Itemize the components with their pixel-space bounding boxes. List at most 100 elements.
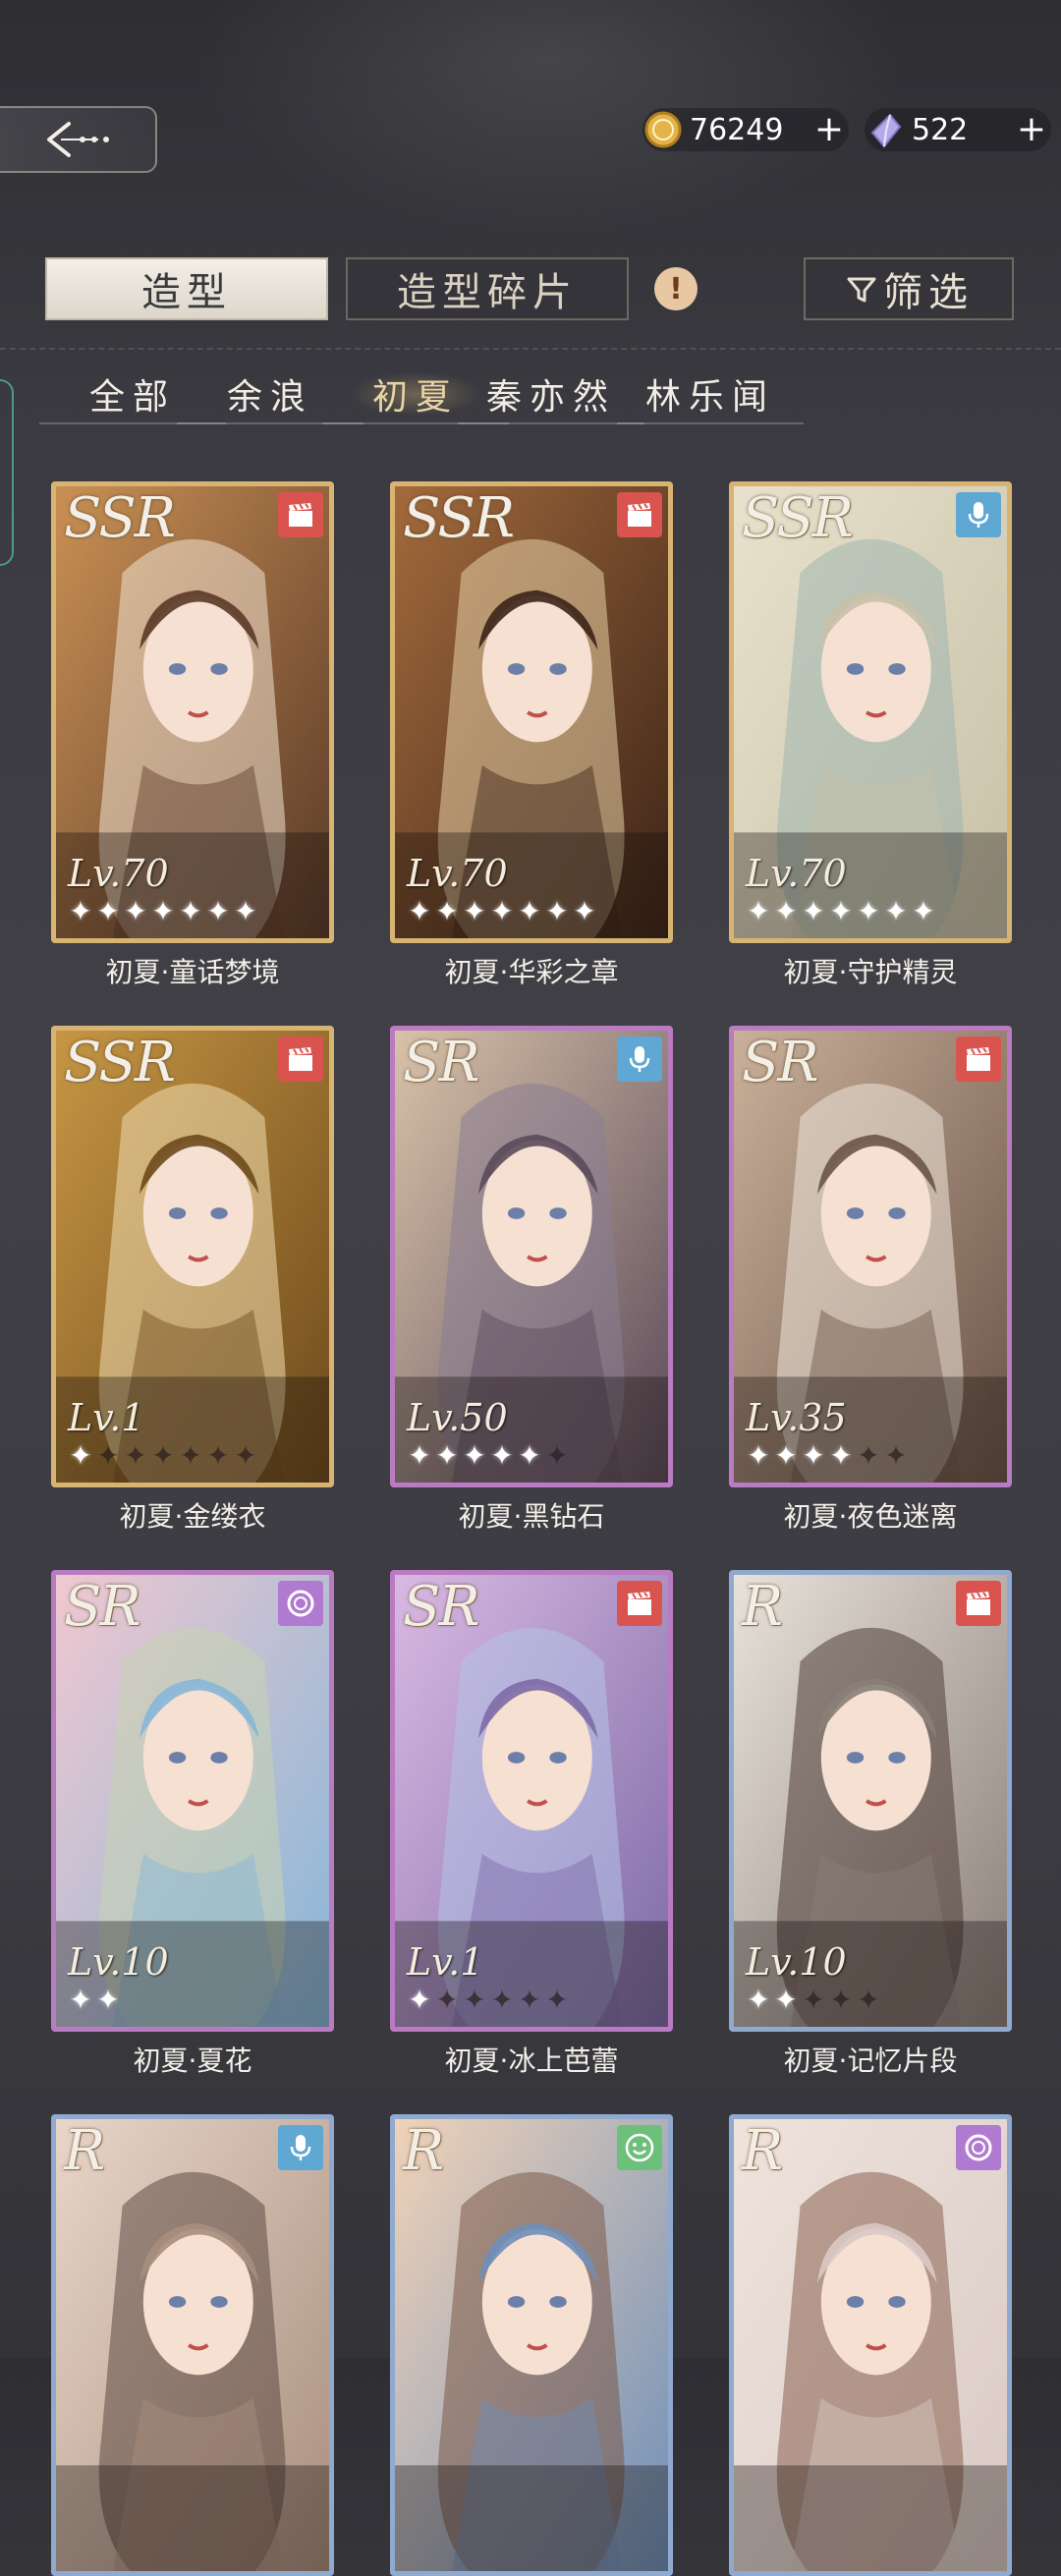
star-rating: ✦ ✦ ✦ ✦ ✦ ✦ ✦	[68, 897, 258, 930]
star-icon: ✦	[518, 895, 541, 927]
outfit-card[interactable]: SR Lv.1 ✦ ✦ ✦ ✦ ✦ ✦	[390, 1570, 673, 2032]
star-icon: ✦	[206, 895, 230, 927]
outfit-card[interactable]: SSR Lv.1 ✦ ✦ ✦ ✦ ✦ ✦ ✦	[51, 1026, 334, 1487]
ring-icon	[956, 2125, 1001, 2170]
rarity-badge: R	[403, 2119, 444, 2183]
star-icon: ✦	[490, 1439, 514, 1472]
star-icon: ✦	[179, 895, 202, 927]
star-icon: ✦	[912, 895, 935, 927]
clapper-icon	[278, 492, 323, 537]
tab-character-4[interactable]: 林乐闻	[617, 365, 804, 424]
star-rating: ✦ ✦	[68, 1986, 121, 2019]
rarity-badge: R	[742, 1575, 783, 1639]
outfit-card[interactable]: SSR Lv.70 ✦ ✦ ✦ ✦ ✦ ✦ ✦	[390, 481, 673, 943]
star-rating: ✦ ✦ ✦ ✦ ✦ ✦	[746, 1441, 909, 1475]
smile-icon	[617, 2125, 662, 2170]
rarity-badge: SR	[403, 1575, 480, 1639]
add-gold-button[interactable]: +	[810, 110, 849, 149]
outfit-card[interactable]: SSR Lv.70 ✦ ✦ ✦ ✦ ✦ ✦ ✦	[729, 481, 1012, 943]
microphone-icon	[278, 2125, 323, 2170]
gold-counter: 76249 +	[642, 108, 849, 151]
star-icon: ✦	[774, 895, 798, 927]
side-drawer-handle[interactable]	[0, 379, 14, 566]
filter-icon	[847, 277, 876, 303]
card-level: Lv.70	[68, 852, 169, 895]
star-icon: ✦	[435, 895, 459, 927]
microphone-icon	[956, 492, 1001, 537]
star-icon: ✦	[829, 1439, 853, 1472]
clapper-icon	[956, 1581, 1001, 1626]
card-level: Lv.35	[746, 1396, 847, 1439]
star-rating: ✦ ✦ ✦ ✦ ✦ ✦	[407, 1986, 570, 2019]
filter-button[interactable]: 筛选	[804, 257, 1014, 320]
star-icon: ✦	[69, 895, 92, 927]
star-rating: ✦ ✦ ✦ ✦ ✦ ✦	[407, 1441, 570, 1475]
outfit-name: 初夏·童话梦境	[105, 956, 280, 988]
star-icon: ✦	[518, 1984, 541, 2016]
card-level: Lv.50	[407, 1396, 508, 1439]
star-icon: ✦	[545, 895, 569, 927]
rarity-badge: SSR	[403, 486, 515, 550]
star-icon: ✦	[463, 1984, 486, 2016]
outfit-name: 初夏·记忆片段	[783, 2044, 958, 2077]
star-icon: ✦	[151, 895, 175, 927]
star-icon: ✦	[463, 895, 486, 927]
star-icon: ✦	[408, 1439, 431, 1472]
star-icon: ✦	[884, 1439, 908, 1472]
outfit-card[interactable]: SR Lv.35 ✦ ✦ ✦ ✦ ✦ ✦	[729, 1026, 1012, 1487]
card-level: Lv.70	[746, 852, 847, 895]
star-icon: ✦	[802, 1984, 825, 2016]
outfit-card[interactable]: R	[51, 2114, 334, 2576]
star-icon: ✦	[124, 895, 147, 927]
outfit-card[interactable]: R	[390, 2114, 673, 2576]
divider	[0, 348, 1061, 350]
tab-outfit-shards[interactable]: 造型碎片	[346, 257, 629, 320]
rarity-badge: R	[64, 2119, 105, 2183]
star-icon: ✦	[518, 1439, 541, 1472]
star-rating: ✦ ✦ ✦ ✦ ✦ ✦ ✦	[407, 897, 597, 930]
star-icon: ✦	[490, 895, 514, 927]
star-icon: ✦	[179, 1439, 202, 1472]
card-level: Lv.1	[68, 1396, 145, 1439]
star-icon: ✦	[234, 895, 257, 927]
star-icon: ✦	[884, 895, 908, 927]
star-icon: ✦	[206, 1439, 230, 1472]
star-icon: ✦	[408, 895, 431, 927]
star-icon: ✦	[435, 1439, 459, 1472]
star-icon: ✦	[69, 1439, 92, 1472]
star-icon: ✦	[747, 1984, 770, 2016]
outfit-name: 初夏·金缕衣	[119, 1500, 266, 1533]
ring-icon	[278, 1581, 323, 1626]
star-icon: ✦	[96, 1984, 120, 2016]
character-portrait-image	[734, 2119, 1007, 2571]
card-level: Lv.10	[746, 1940, 847, 1984]
clapper-icon	[617, 492, 662, 537]
back-button[interactable]	[0, 106, 157, 173]
character-portrait-image	[395, 2119, 668, 2571]
outfit-card[interactable]: R	[729, 2114, 1012, 2576]
rarity-badge: SR	[403, 1031, 480, 1094]
rarity-badge: R	[742, 2119, 783, 2183]
star-icon: ✦	[747, 895, 770, 927]
add-gem-button[interactable]: +	[1012, 110, 1051, 149]
tab-outfit[interactable]: 造型	[45, 257, 328, 320]
outfit-name: 初夏·冰上芭蕾	[444, 2044, 619, 2077]
diamond-icon	[870, 113, 902, 148]
rarity-badge: SR	[742, 1031, 819, 1094]
alert-icon[interactable]: !	[654, 267, 698, 310]
filter-label: 筛选	[883, 270, 974, 315]
star-icon: ✦	[151, 1439, 175, 1472]
gold-coin-icon	[644, 111, 682, 148]
star-icon: ✦	[490, 1984, 514, 2016]
outfit-card[interactable]: R Lv.10 ✦ ✦ ✦ ✦ ✦	[729, 1570, 1012, 2032]
outfit-card[interactable]: SR Lv.10 ✦ ✦	[51, 1570, 334, 2032]
card-level: Lv.1	[407, 1940, 484, 1984]
outfit-card[interactable]: SSR Lv.70 ✦ ✦ ✦ ✦ ✦ ✦ ✦	[51, 481, 334, 943]
star-icon: ✦	[124, 1439, 147, 1472]
outfit-name: 初夏·黑钻石	[458, 1500, 605, 1533]
outfit-card[interactable]: SR Lv.50 ✦ ✦ ✦ ✦ ✦ ✦	[390, 1026, 673, 1487]
star-rating: ✦ ✦ ✦ ✦ ✦	[746, 1986, 881, 2019]
star-icon: ✦	[829, 895, 853, 927]
back-arrow-icon	[47, 122, 109, 157]
star-icon: ✦	[857, 1984, 880, 2016]
